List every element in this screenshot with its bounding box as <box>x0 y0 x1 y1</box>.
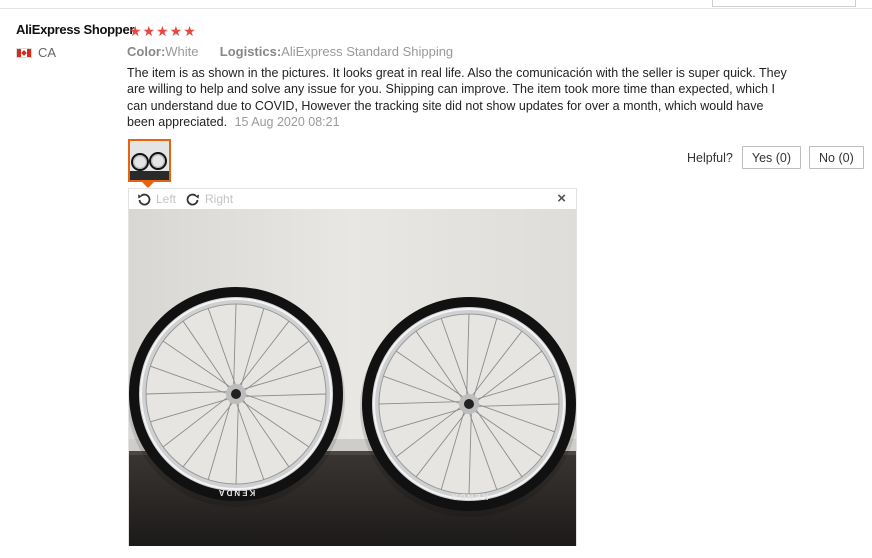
rotate-right-button[interactable]: Right <box>186 192 233 206</box>
wheels-photo: KENDA KENDA <box>129 209 576 546</box>
reviewer-country: CA <box>16 45 56 60</box>
color-value: White <box>165 44 199 59</box>
canada-flag-icon <box>16 47 32 58</box>
logistics-label: Logistics: <box>219 44 282 59</box>
rotate-left-label: Left <box>156 191 177 206</box>
rotate-right-label: Right <box>205 191 234 206</box>
star-rating: ★★★★★ <box>129 23 197 39</box>
review-photo-thumbnail[interactable] <box>128 139 171 182</box>
helpful-label: Helpful? <box>687 150 733 165</box>
top-input-edge[interactable] <box>712 0 856 7</box>
right-tire-brand: KENDA <box>450 492 488 501</box>
viewer-toolbar: Left Right × <box>129 189 576 208</box>
helpful-no-button[interactable]: No (0) <box>809 146 864 169</box>
rotate-left-button[interactable]: Left <box>137 192 176 206</box>
rotate-right-icon <box>186 193 200 205</box>
left-wheel-image <box>129 287 345 507</box>
top-divider <box>0 8 872 9</box>
review-text: The item is as shown in the pictures. It… <box>127 66 787 129</box>
left-tire-brand: KENDA <box>217 488 255 497</box>
review-photo-large: KENDA KENDA <box>129 209 576 546</box>
photo-viewer: Left Right × KENDA KENDA <box>128 188 577 546</box>
helpful-yes-button[interactable]: Yes (0) <box>741 146 802 169</box>
review-body: The item is as shown in the pictures. It… <box>127 65 787 130</box>
right-wheel-image <box>360 297 576 517</box>
reviewer-name: AliExpress Shopper <box>16 22 135 37</box>
color-label: Color: <box>127 44 166 59</box>
close-viewer-icon[interactable]: × <box>557 190 566 207</box>
helpful-votes: Helpful? Yes (0) No (0) <box>687 146 872 169</box>
country-code: CA <box>38 45 57 60</box>
rotate-left-icon <box>138 193 151 205</box>
logistics-value: AliExpress Standard Shipping <box>281 44 454 59</box>
order-attributes: Color:White Logistics:AliExpress Standar… <box>127 44 453 59</box>
wheels-thumbnail-image <box>130 141 169 180</box>
review-date: 15 Aug 2020 08:21 <box>234 114 340 129</box>
